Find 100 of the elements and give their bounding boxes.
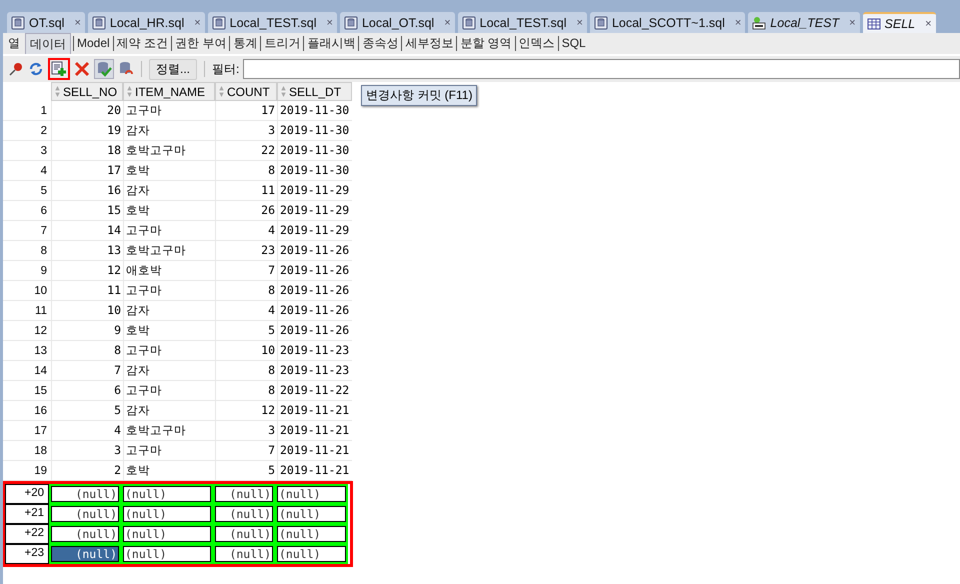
sub-tab[interactable]: 종속성 [358, 36, 402, 51]
table-cell[interactable]: (null) [275, 504, 348, 524]
table-cell: 8 [215, 161, 277, 181]
filter-field[interactable] [243, 59, 960, 79]
row-number: 2 [3, 121, 51, 141]
table-cell[interactable]: (null) [275, 524, 348, 544]
close-icon[interactable]: × [734, 16, 742, 28]
column-header[interactable]: SELL_DT [277, 82, 352, 101]
table-cell: 9 [51, 321, 123, 341]
close-icon[interactable]: × [576, 16, 583, 28]
table-cell: 호박고구마 [123, 141, 215, 161]
table-cell: 호박 [123, 201, 215, 221]
table-cell[interactable]: (null) [121, 544, 213, 564]
sort-icon [55, 86, 60, 97]
row-number: 14 [3, 361, 51, 381]
row-number: 11 [3, 301, 51, 321]
close-icon[interactable]: × [194, 16, 201, 28]
sub-tab[interactable]: 열 [5, 34, 23, 53]
close-icon[interactable]: × [74, 16, 81, 28]
table-icon [866, 16, 881, 30]
table-cell: 12 [51, 261, 123, 281]
close-icon[interactable]: × [849, 16, 856, 28]
row-number: 18 [3, 441, 51, 461]
table-cell: 5 [215, 321, 277, 341]
editor-tab[interactable]: Local_SCOTT~1.sql × [590, 12, 746, 33]
table-cell: 17 [215, 101, 277, 121]
editor-tab[interactable]: Local_TEST × [748, 12, 860, 33]
table-cell: 2019-11-30 [277, 161, 352, 181]
table-cell: 감자 [123, 301, 215, 321]
sort-icon [219, 86, 224, 97]
sub-tab[interactable]: 통계 [229, 36, 260, 51]
table-cell[interactable]: (null) [121, 504, 213, 524]
table-cell: 고구마 [123, 221, 215, 241]
table-cell[interactable]: (null) [121, 524, 213, 544]
column-header[interactable]: COUNT [215, 82, 277, 101]
column-header[interactable]: ITEM_NAME [123, 82, 215, 101]
row-number: +22 [5, 524, 49, 544]
table-cell: 8 [51, 341, 123, 361]
editor-tab[interactable]: Local_OT.sql × [340, 12, 455, 33]
table-cell: 8 [215, 361, 277, 381]
tooltip: 변경사항 커밋 (F11) [361, 85, 478, 106]
table-cell: 26 [215, 201, 277, 221]
table-cell: 호박고구마 [123, 241, 215, 261]
editor-tab[interactable]: OT.sql × [7, 12, 85, 33]
sub-tab[interactable]: 트리거 [260, 36, 304, 51]
row-number: +23 [5, 544, 49, 564]
table-cell[interactable]: (null) [213, 504, 275, 524]
editor-tab[interactable]: Local_HR.sql × [88, 12, 205, 33]
sub-tab[interactable]: 데이터 [25, 32, 71, 54]
table-cell: 고구마 [123, 441, 215, 461]
table-cell: 15 [51, 201, 123, 221]
table-cell: 2019-11-23 [277, 341, 352, 361]
table-cell: 17 [51, 161, 123, 181]
commit-button[interactable] [94, 59, 114, 79]
sub-tab[interactable]: 세부정보 [401, 36, 456, 51]
sub-tab[interactable]: 인덱스 [514, 36, 558, 51]
editor-tab[interactable]: Local_TEST.sql × [458, 12, 587, 33]
table-cell[interactable]: (null) [213, 524, 275, 544]
refresh-icon[interactable] [28, 61, 44, 77]
table-cell[interactable]: (null) [213, 544, 275, 564]
delete-icon[interactable] [74, 61, 90, 77]
pin-icon[interactable] [8, 61, 24, 77]
table-cell[interactable]: (null) [49, 544, 121, 564]
sub-tab[interactable]: 분할 영역 [456, 36, 515, 51]
database-file-icon [594, 16, 608, 30]
table-cell: 2 [51, 461, 123, 481]
close-icon[interactable]: × [444, 16, 451, 28]
row-number: 3 [3, 141, 51, 161]
table-cell: 호박 [123, 161, 215, 181]
table-cell[interactable]: (null) [275, 484, 348, 504]
editor-tab[interactable]: Local_TEST.sql × [208, 12, 337, 33]
sub-tab[interactable]: 플래시백 [303, 36, 358, 51]
close-icon[interactable]: × [925, 18, 932, 30]
sub-tab[interactable]: 권한 부여 [171, 36, 230, 51]
sub-tab[interactable]: 제약 조건 [112, 36, 172, 51]
table-cell: 12 [215, 401, 277, 421]
close-icon[interactable]: × [326, 16, 333, 28]
editor-tab[interactable]: SELL × [862, 12, 936, 33]
table-cell[interactable]: (null) [275, 544, 348, 564]
table-cell[interactable]: (null) [49, 484, 121, 504]
table-cell[interactable]: (null) [49, 524, 121, 544]
sub-tab[interactable]: SQL [558, 36, 589, 51]
sub-tab[interactable]: Model [73, 36, 113, 51]
table-cell: 16 [51, 181, 123, 201]
insert-row-button[interactable] [48, 58, 70, 80]
table-cell: 7 [215, 261, 277, 281]
table-cell[interactable]: (null) [49, 504, 121, 524]
table-cell: 애호박 [123, 261, 215, 281]
row-number: 16 [3, 401, 51, 421]
table-cell: 2019-11-29 [277, 181, 352, 201]
row-number: 7 [3, 221, 51, 241]
table-cell[interactable]: (null) [213, 484, 275, 504]
column-header[interactable]: SELL_NO [51, 82, 123, 101]
table-cell: 2019-11-29 [277, 221, 352, 241]
sort-button[interactable]: 정렬... [149, 58, 198, 80]
table-cell: 2019-11-26 [277, 261, 352, 281]
rollback-icon[interactable] [118, 61, 134, 77]
table-cell[interactable]: (null) [121, 484, 213, 504]
row-number: +21 [5, 504, 49, 524]
table-cell: 6 [51, 381, 123, 401]
